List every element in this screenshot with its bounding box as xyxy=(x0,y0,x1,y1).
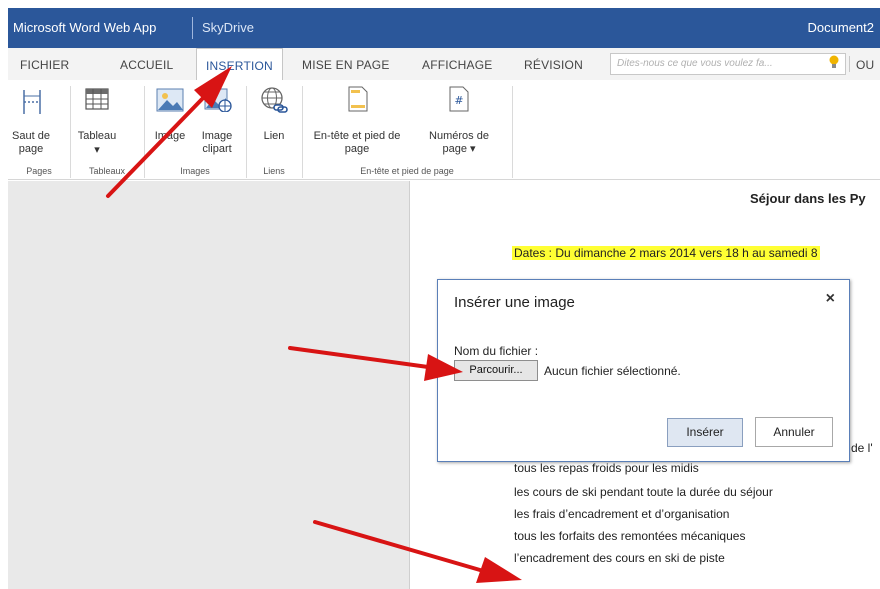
page-number-icon: # xyxy=(449,86,469,112)
insert-button[interactable]: Insérer xyxy=(667,418,743,447)
page-numbers-button[interactable]: # Numéros de page ▾ xyxy=(412,80,506,164)
clipart-button[interactable]: Image clipart xyxy=(192,80,242,164)
file-name-label: Nom du fichier : xyxy=(454,344,539,358)
group-label-header-footer: En-tête et pied de page xyxy=(360,166,454,176)
image-button[interactable]: Image xyxy=(148,80,192,164)
tab-separator xyxy=(849,56,850,72)
workspace-background xyxy=(8,181,410,589)
tab-fichier[interactable]: FICHIER xyxy=(20,58,69,72)
document-line: les cours de ski pendant toute la durée … xyxy=(514,485,773,499)
page-numbers-label: Numéros de page ▾ xyxy=(429,130,489,155)
svg-text:#: # xyxy=(454,94,463,107)
app-name: Microsoft Word Web App xyxy=(13,20,157,35)
header-footer-button[interactable]: En-tête et pied de page xyxy=(306,80,408,164)
page-break-label: Saut de page xyxy=(12,130,50,155)
header-footer-icon xyxy=(348,86,368,112)
page-break-icon xyxy=(23,90,41,114)
document-line: l’encadrement des cours en ski de piste xyxy=(514,551,725,565)
table-label: Tableau xyxy=(77,130,117,142)
browse-button[interactable]: Parcourir... xyxy=(454,360,538,381)
table-button[interactable]: Tableau ▾ xyxy=(74,80,120,164)
document-line: les frais d’encadrement et d’organisatio… xyxy=(514,507,730,521)
dialog-title: Insérer une image xyxy=(454,294,575,311)
service-link[interactable]: SkyDrive xyxy=(202,20,254,35)
dates-line: Dates : Du dimanche 2 mars 2014 vers 18 … xyxy=(512,246,820,260)
tab-truncated[interactable]: OU xyxy=(856,58,874,72)
document-line: tous les repas froids pour les midis xyxy=(514,461,699,475)
clipart-icon xyxy=(204,88,232,112)
page-break-button[interactable]: Saut de page xyxy=(8,80,54,164)
group-label-links: Liens xyxy=(263,166,285,176)
ribbon-tabs: FICHIER ACCUEIL INSERTION MISE EN PAGE A… xyxy=(8,48,880,81)
close-icon[interactable]: × xyxy=(826,290,835,308)
tab-insertion[interactable]: INSERTION xyxy=(196,48,283,81)
group-separator xyxy=(512,86,513,178)
group-separator xyxy=(144,86,145,178)
ribbon: Saut de page Tableau ▾ Image Image clipa… xyxy=(8,80,880,180)
text-fragment: de l' xyxy=(851,441,873,455)
image-label: Image xyxy=(154,130,186,142)
tab-accueil[interactable]: ACCUEIL xyxy=(120,58,173,72)
group-separator xyxy=(246,86,247,178)
group-label-images: Images xyxy=(180,166,210,176)
link-label: Lien xyxy=(263,130,285,142)
group-separator xyxy=(70,86,71,178)
link-button[interactable]: Lien xyxy=(252,80,296,164)
document-heading: Séjour dans les Py xyxy=(750,191,866,206)
title-bar: Microsoft Word Web App SkyDrive Document… xyxy=(8,8,880,48)
table-dropdown-icon: ▾ xyxy=(94,144,100,156)
group-separator xyxy=(302,86,303,178)
group-label-tables: Tableaux xyxy=(88,166,126,176)
image-icon xyxy=(156,88,184,112)
tell-me-placeholder: Dites-nous ce que vous voulez fa... xyxy=(617,58,773,69)
title-separator xyxy=(192,17,193,39)
document-line: tous les forfaits des remontées mécaniqu… xyxy=(514,529,746,543)
tab-revision[interactable]: RÉVISION xyxy=(524,58,583,72)
clipart-label: Image clipart xyxy=(201,130,233,155)
cancel-button[interactable]: Annuler xyxy=(755,417,833,447)
insert-image-dialog: Insérer une image × Nom du fichier : Par… xyxy=(437,279,850,462)
header-footer-label: En-tête et pied de page xyxy=(313,130,401,155)
document-name[interactable]: Document2 xyxy=(808,20,874,35)
no-file-selected-text: Aucun fichier sélectionné. xyxy=(544,364,681,378)
globe-link-icon xyxy=(261,87,288,113)
tab-mise-en-page[interactable]: MISE EN PAGE xyxy=(302,58,390,72)
tab-affichage[interactable]: AFFICHAGE xyxy=(422,58,492,72)
lightbulb-icon xyxy=(829,55,839,68)
tell-me-search[interactable]: Dites-nous ce que vous voulez fa... xyxy=(610,53,846,75)
table-icon xyxy=(85,88,109,110)
group-label-pages: Pages xyxy=(26,166,52,176)
